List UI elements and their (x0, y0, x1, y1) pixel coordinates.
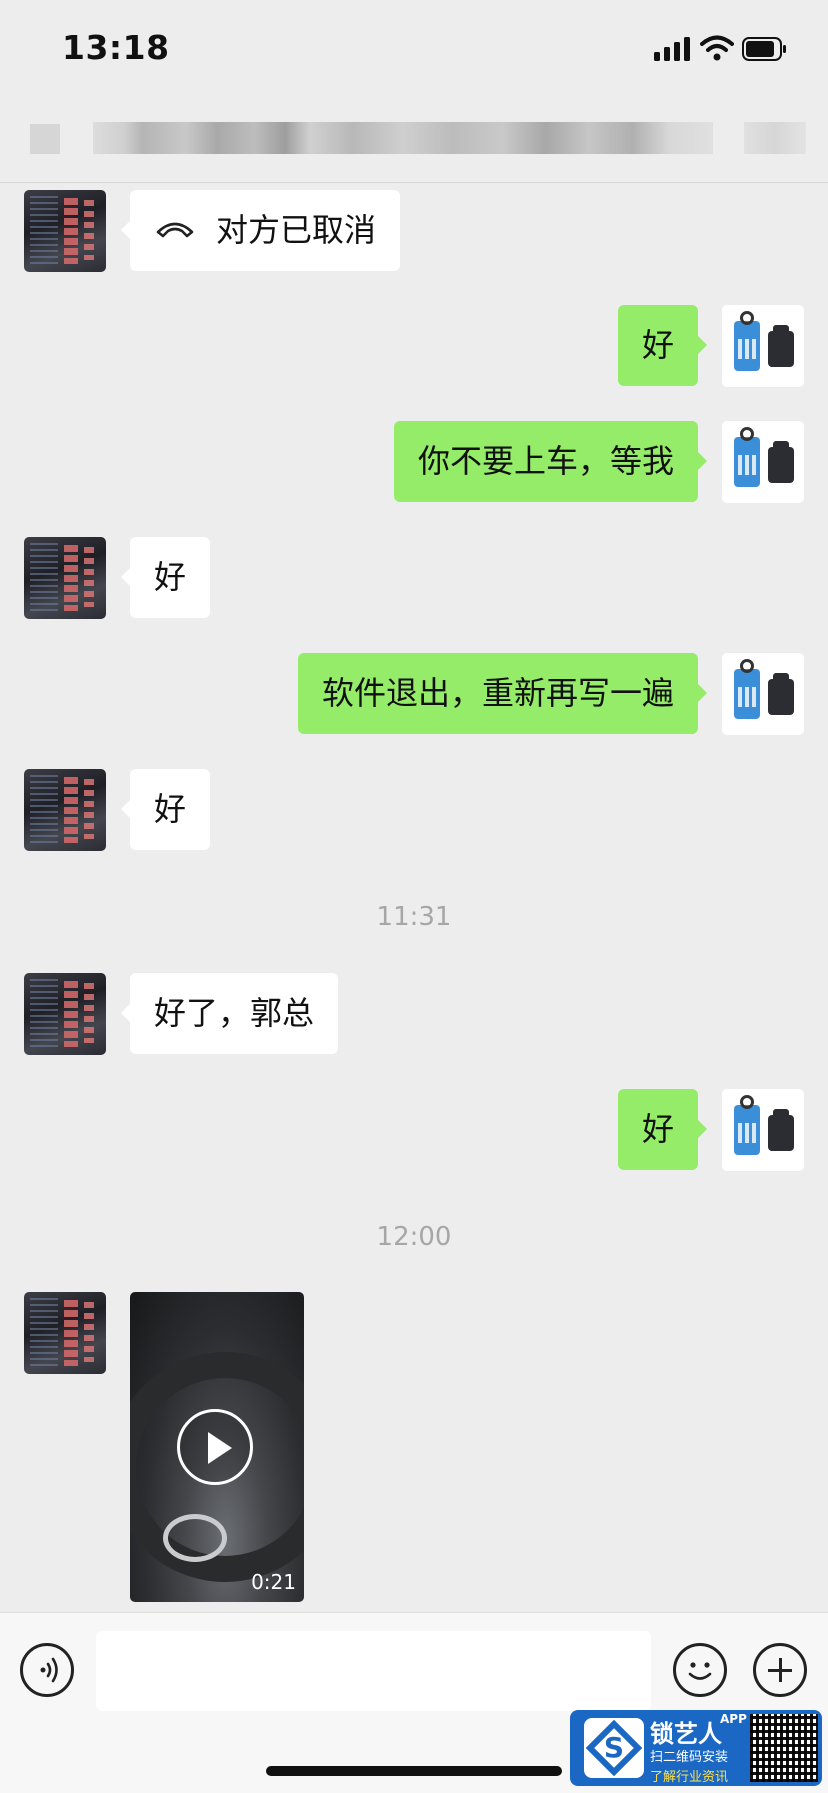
home-indicator[interactable] (266, 1766, 562, 1776)
my-avatar[interactable] (722, 653, 804, 735)
watermark-line-2: 了解行业资讯 (650, 1770, 729, 1785)
watermark-badge: 锁艺人 APP 扫二维码安装 了解行业资讯 (570, 1710, 822, 1786)
voice-input-button[interactable] (20, 1643, 74, 1697)
my-avatar[interactable] (722, 421, 804, 503)
voice-icon (40, 1657, 58, 1683)
brand-logo-icon (584, 1718, 644, 1778)
chat-title-redacted (93, 122, 713, 154)
qr-code (750, 1714, 818, 1782)
message-bubble-outgoing[interactable]: 软件退出，重新再写一遍 (297, 653, 708, 734)
contact-avatar[interactable] (24, 769, 106, 851)
cellular-signal-icon (654, 37, 692, 61)
contact-avatar[interactable] (24, 973, 106, 1055)
contact-avatar[interactable] (24, 1292, 106, 1374)
battery-icon (742, 37, 786, 61)
video-message[interactable]: 0:21 (130, 1292, 304, 1602)
message-bubble-outgoing[interactable]: 你不要上车，等我 (393, 421, 708, 502)
message-bubble-outgoing[interactable]: 好 (617, 305, 708, 386)
car-logo (163, 1514, 227, 1562)
message-text: 好 (641, 1110, 674, 1148)
message-bubble-incoming[interactable]: 好 (120, 537, 211, 618)
emoji-button[interactable] (673, 1643, 727, 1697)
message-text: 好 (154, 790, 187, 828)
play-icon[interactable] (177, 1409, 253, 1485)
message-text: 好 (641, 326, 674, 364)
phone-hangup-icon (156, 222, 194, 238)
watermark-line-1: 扫二维码安装 (650, 1750, 729, 1765)
chat-header (0, 100, 828, 183)
timestamp: 11:31 (376, 902, 452, 932)
message-bubble-incoming[interactable]: 好 (120, 769, 211, 850)
message-input[interactable] (96, 1631, 651, 1711)
message-bubble-outgoing[interactable]: 好 (617, 1089, 708, 1170)
app-badge: APP (720, 1712, 747, 1726)
call-cancelled-bubble[interactable]: 对方已取消 (120, 190, 401, 271)
call-status-text: 对方已取消 (216, 211, 377, 249)
message-text: 软件退出，重新再写一遍 (321, 674, 674, 712)
message-text: 好了，郭总 (154, 994, 315, 1032)
message-bubble-incoming[interactable]: 好了，郭总 (120, 973, 339, 1054)
message-text: 你不要上车，等我 (417, 442, 674, 480)
message-text: 好 (154, 558, 187, 596)
contact-avatar[interactable] (24, 190, 106, 272)
contact-avatar[interactable] (24, 537, 106, 619)
more-actions-button[interactable] (753, 1643, 807, 1697)
timestamp: 12:00 (376, 1222, 452, 1252)
more-button[interactable] (744, 122, 806, 154)
status-bar: 13:18 (0, 0, 828, 100)
my-avatar[interactable] (722, 305, 804, 387)
video-duration: 0:21 (251, 1570, 296, 1594)
my-avatar[interactable] (722, 1089, 804, 1171)
status-time: 13:18 (62, 28, 170, 67)
emoji-icon (688, 1662, 712, 1680)
back-button[interactable] (30, 124, 60, 154)
brand-name: 锁艺人 (650, 1720, 722, 1748)
wifi-icon (700, 35, 734, 61)
